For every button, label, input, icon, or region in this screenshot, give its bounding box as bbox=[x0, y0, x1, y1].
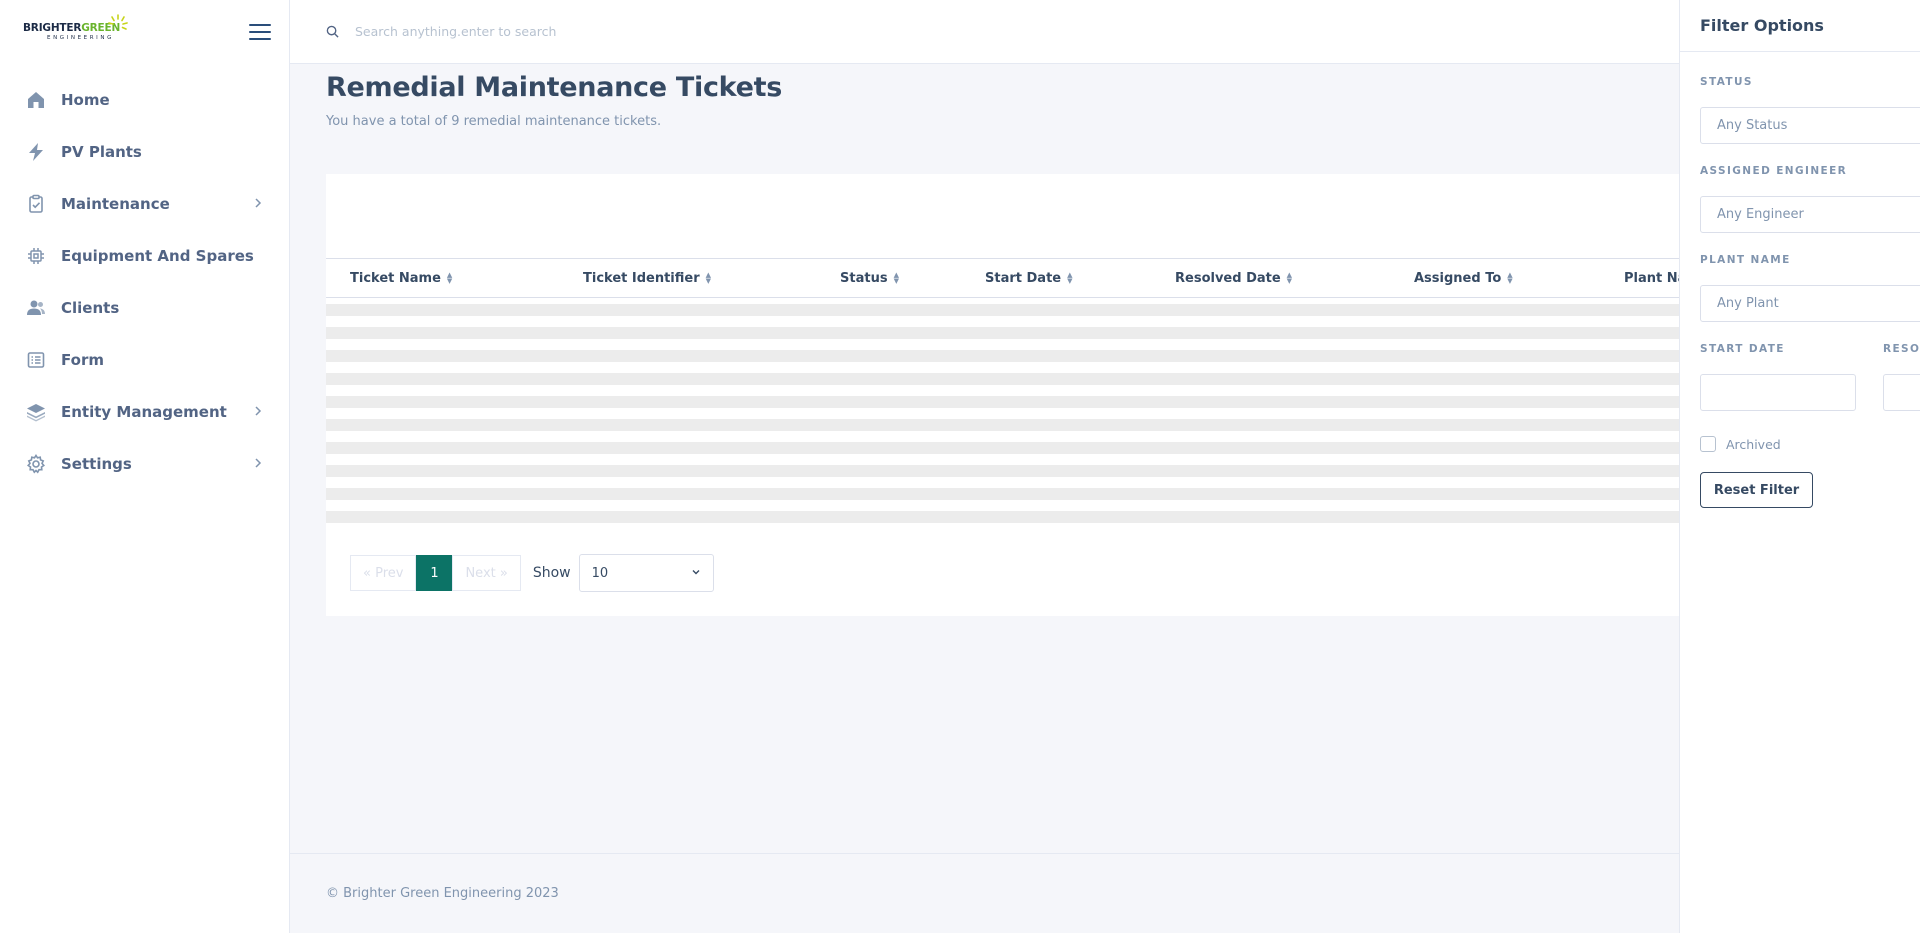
chevron-down-icon bbox=[691, 566, 701, 581]
filter-panel: Filter Options STATUS Any Status ASSIGNE… bbox=[1679, 0, 1920, 933]
status-filter-label: STATUS bbox=[1700, 76, 1753, 88]
footer: © Brighter Green Engineering 2023 bbox=[290, 853, 1680, 933]
chip-icon bbox=[25, 245, 47, 267]
sort-icon: ▲ ▼ bbox=[1286, 271, 1293, 285]
sidebar-item-maintenance[interactable]: Maintenance bbox=[0, 178, 289, 230]
sidebar-item-home[interactable]: Home bbox=[0, 74, 289, 126]
table-loading-skeleton bbox=[326, 304, 1680, 534]
skeleton-row bbox=[326, 350, 1680, 362]
column-header-status[interactable]: Status ▲ ▼ bbox=[840, 259, 899, 297]
table-header: Ticket Name ▲ ▼ Ticket Identifier ▲ ▼ Status… bbox=[326, 258, 1686, 298]
layers-icon bbox=[25, 401, 47, 423]
archived-checkbox[interactable]: Archived bbox=[1700, 436, 1781, 452]
engineer-filter-select[interactable]: Any Engineer bbox=[1700, 196, 1920, 233]
checkbox-box bbox=[1700, 436, 1716, 452]
skeleton-row bbox=[326, 419, 1680, 431]
search-input[interactable] bbox=[355, 24, 855, 39]
show-label: Show bbox=[532, 565, 571, 581]
chevron-right-icon bbox=[253, 456, 263, 472]
column-header-ticket-identifier[interactable]: Ticket Identifier ▲ ▼ bbox=[583, 259, 711, 297]
prev-page-button[interactable]: « Prev bbox=[350, 555, 417, 591]
sort-icon: ▲ ▼ bbox=[893, 271, 899, 285]
form-icon bbox=[25, 349, 47, 371]
lightning-icon bbox=[25, 141, 47, 163]
gear-icon bbox=[25, 453, 47, 475]
skeleton-row bbox=[326, 511, 1680, 523]
sidebar-nav: Home PV Plants Maintenance Equipment And… bbox=[0, 74, 289, 490]
sidebar-item-settings[interactable]: Settings bbox=[0, 438, 289, 490]
status-filter-select[interactable]: Any Status bbox=[1700, 107, 1920, 144]
sort-icon: ▲ ▼ bbox=[446, 271, 453, 285]
start-date-input[interactable] bbox=[1700, 374, 1856, 411]
sun-icon bbox=[108, 14, 128, 30]
brand-logo[interactable]: BRIGHTERGREEN ENGINEERING bbox=[23, 14, 128, 41]
skeleton-row bbox=[326, 488, 1680, 500]
column-header-assigned-to[interactable]: Assigned To ▲ ▼ bbox=[1414, 259, 1513, 297]
page-size-select[interactable]: 10 bbox=[578, 554, 714, 592]
skeleton-row bbox=[326, 465, 1680, 477]
skeleton-row bbox=[326, 373, 1680, 385]
skeleton-row bbox=[326, 442, 1680, 454]
resolved-date-input[interactable] bbox=[1883, 374, 1920, 411]
sidebar-item-equipment-and-spares[interactable]: Equipment And Spares bbox=[0, 230, 289, 282]
main-content: Remedial Maintenance Tickets You have a … bbox=[290, 64, 1686, 854]
column-header-ticket-name[interactable]: Ticket Name ▲ ▼ bbox=[350, 259, 452, 297]
start-date-label: START DATE bbox=[1700, 343, 1785, 355]
skeleton-row bbox=[326, 396, 1680, 408]
copyright-text: © Brighter Green Engineering 2023 bbox=[326, 886, 559, 901]
chevron-right-icon bbox=[253, 196, 263, 212]
sidebar: BRIGHTERGREEN ENGINEERING Home PV Plants… bbox=[0, 0, 290, 933]
sidebar-item-form[interactable]: Form bbox=[0, 334, 289, 386]
users-icon bbox=[25, 297, 47, 319]
clipboard-check-icon bbox=[25, 193, 47, 215]
menu-toggle-button[interactable] bbox=[249, 23, 271, 41]
topbar bbox=[290, 0, 1680, 64]
resolved-date-label: RESOL bbox=[1883, 343, 1920, 355]
home-icon bbox=[25, 89, 47, 111]
page-button-1[interactable]: 1 bbox=[416, 555, 453, 591]
search-icon[interactable] bbox=[326, 25, 339, 38]
reset-filter-button[interactable]: Reset Filter bbox=[1700, 472, 1813, 508]
column-header-plant-name[interactable]: Plant Na bbox=[1624, 259, 1686, 297]
page-title: Remedial Maintenance Tickets bbox=[326, 72, 782, 103]
skeleton-row bbox=[326, 304, 1680, 316]
sort-icon: ▲ ▼ bbox=[1067, 271, 1073, 285]
tickets-card: Ticket Name ▲ ▼ Ticket Identifier ▲ ▼ Status… bbox=[326, 174, 1686, 616]
sort-icon: ▲ ▼ bbox=[1507, 271, 1513, 285]
column-header-start-date[interactable]: Start Date ▲ ▼ bbox=[985, 259, 1073, 297]
sidebar-item-clients[interactable]: Clients bbox=[0, 282, 289, 334]
page-subtitle: You have a total of 9 remedial maintenan… bbox=[326, 114, 662, 129]
plant-filter-label: PLANT NAME bbox=[1700, 254, 1791, 266]
sort-icon: ▲ ▼ bbox=[705, 271, 712, 285]
skeleton-row bbox=[326, 327, 1680, 339]
next-page-button[interactable]: Next » bbox=[452, 555, 521, 591]
sidebar-item-pv-plants[interactable]: PV Plants bbox=[0, 126, 289, 178]
column-header-resolved-date[interactable]: Resolved Date ▲ ▼ bbox=[1175, 259, 1292, 297]
brand-bar: BRIGHTERGREEN ENGINEERING bbox=[0, 0, 289, 64]
filter-panel-title: Filter Options bbox=[1680, 0, 1920, 52]
engineer-filter-label: ASSIGNED ENGINEER bbox=[1700, 165, 1848, 177]
sidebar-item-entity-management[interactable]: Entity Management bbox=[0, 386, 289, 438]
plant-filter-select[interactable]: Any Plant bbox=[1700, 285, 1920, 322]
chevron-right-icon bbox=[253, 404, 263, 420]
pagination: « Prev 1 Next » Show 10 bbox=[350, 554, 714, 592]
